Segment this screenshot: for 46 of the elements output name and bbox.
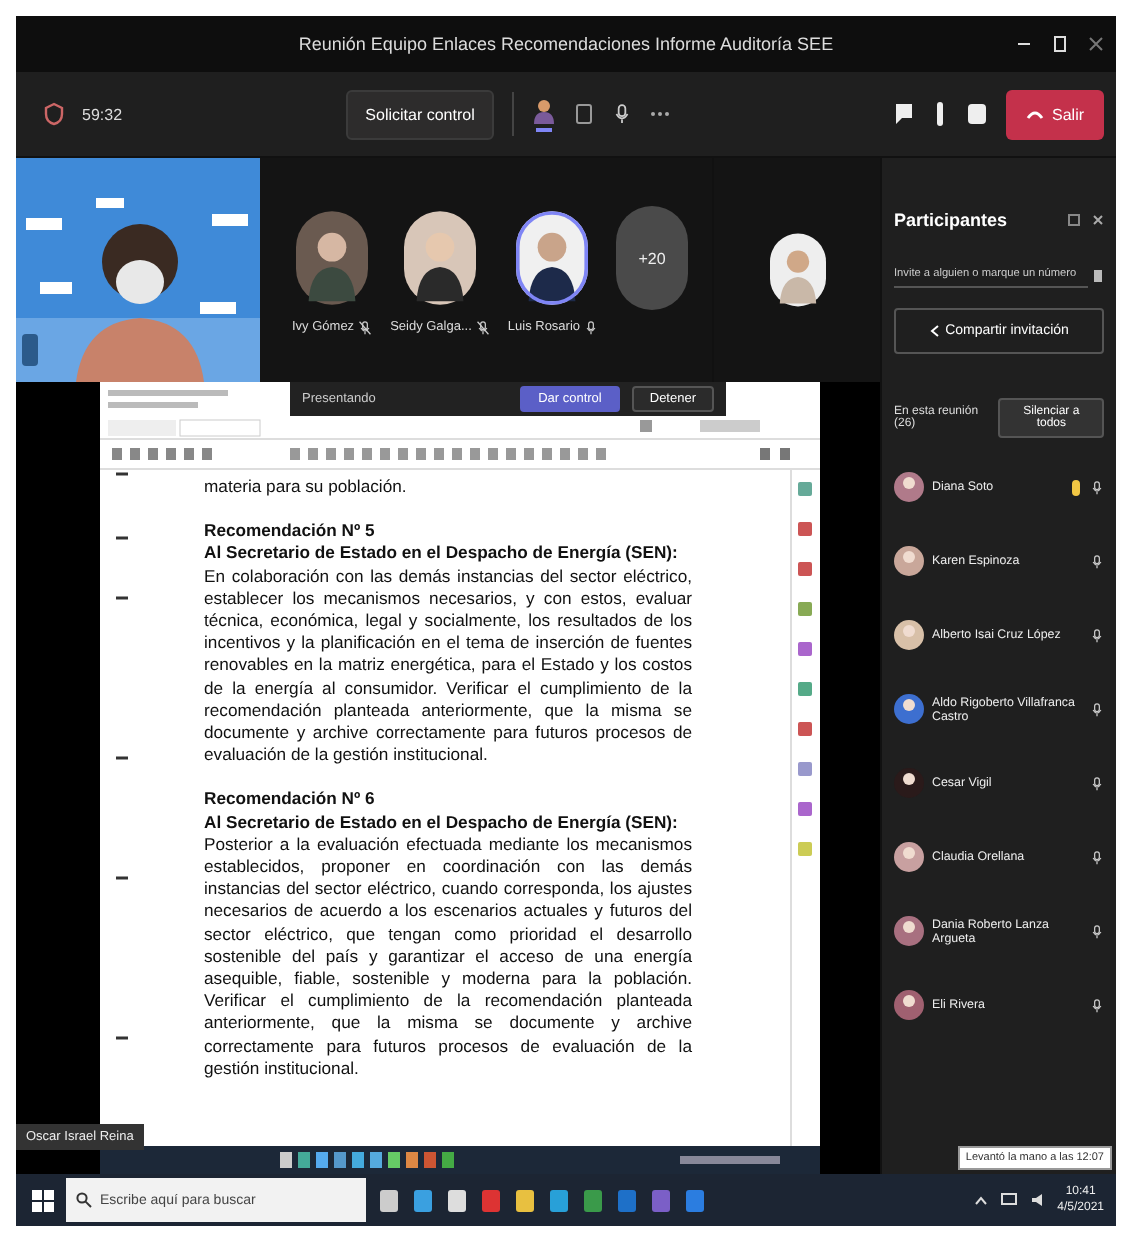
volume-icon[interactable] — [1029, 1192, 1046, 1208]
document-heading: Recomendación Nº 5 — [204, 520, 377, 543]
leave-button[interactable]: Salir — [1006, 89, 1105, 139]
search-icon — [76, 1192, 92, 1208]
window-title: Reunión Equipo Enlaces Recomendaciones Informe Auditoría SEE — [298, 34, 834, 54]
microphone-icon — [1090, 849, 1104, 865]
task-view-icon[interactable] — [378, 1187, 400, 1213]
microphone-icon — [1090, 627, 1104, 643]
app-icon[interactable] — [548, 1187, 570, 1213]
microphone-icon — [1090, 553, 1104, 569]
app-icon[interactable] — [412, 1187, 434, 1213]
document-heading: Al Secretario de Estado en el Despacho de Energía (SEN): — [204, 811, 680, 834]
document-paragraph: En colaboración con las demás instancias del sector eléctrico, establecer los mecanismos necesarios, y con estos, evaluar técnica, económica, legal y socialmente, los resultados de los incentivos y la planificación en el tema de inserción de fuentes renovables en la matriz energética, para el Estado y los costos de la energía al consumidor. Verificar el cumplimiento de la recomendación planteada anteriormente, que la misma se documente y archive correctamente para futuros procesos de evaluación de la gestión institucional. — [204, 565, 692, 767]
avatar — [296, 205, 369, 309]
panel-title: Participantes — [894, 210, 1010, 230]
share-icon — [929, 324, 940, 338]
close-icon[interactable] — [1088, 36, 1104, 52]
microphone-icon — [1090, 775, 1104, 791]
app-icon[interactable] — [446, 1187, 468, 1213]
request-control-button[interactable]: Solicitar control — [345, 89, 495, 139]
close-icon[interactable] — [1092, 214, 1104, 226]
maximize-icon[interactable] — [1052, 34, 1068, 54]
phone-icon — [1026, 108, 1044, 120]
overflow-count: +20 — [616, 206, 689, 310]
avatar — [769, 230, 826, 310]
meeting-timer: 59:32 — [82, 105, 123, 123]
microphone-icon — [1090, 923, 1104, 939]
avatar — [516, 205, 589, 309]
microphone-icon[interactable] — [612, 102, 633, 126]
avatar — [403, 205, 476, 309]
shield-icon — [44, 102, 64, 126]
chevron-up-icon[interactable] — [973, 1195, 988, 1205]
document-paragraph: Posterior a la evaluación efectuada mediante los mecanismos establecidos, proponer en coordinación con las demás instancias del sector eléctrico, cuando corresponda, los ajustes necesarios de acuerdo a los escenarios actuales y futuros del sector eléctrico, que tengan como prioridad el desarrollo sostenible del país y garantizar el acceso de una energía asequible, fiable, sostenible y moderna para la población. Verificar el cumplimiento de la recomendación planteada anteriormente, que la misma se documente y archive correctamente para futuros procesos de evaluación de la gestión institucional. — [204, 833, 692, 1081]
popout-icon[interactable] — [1068, 214, 1080, 226]
document-paragraph: materia para su población. — [204, 476, 409, 499]
people-icon[interactable] — [532, 96, 557, 132]
microphone-icon — [1090, 479, 1104, 495]
document-heading: Recomendación Nº 6 — [204, 788, 377, 812]
network-icon[interactable] — [999, 1192, 1018, 1208]
microphone-icon — [1090, 997, 1104, 1013]
document-heading: Al Secretario de Estado en el Despacho de Energía (SEN): — [204, 542, 680, 566]
windows-start-icon[interactable] — [32, 1189, 54, 1211]
folder-icon[interactable] — [514, 1187, 536, 1213]
chat-icon[interactable] — [894, 102, 914, 126]
more-icon[interactable] — [650, 110, 671, 118]
microphone-icon — [1090, 701, 1104, 717]
